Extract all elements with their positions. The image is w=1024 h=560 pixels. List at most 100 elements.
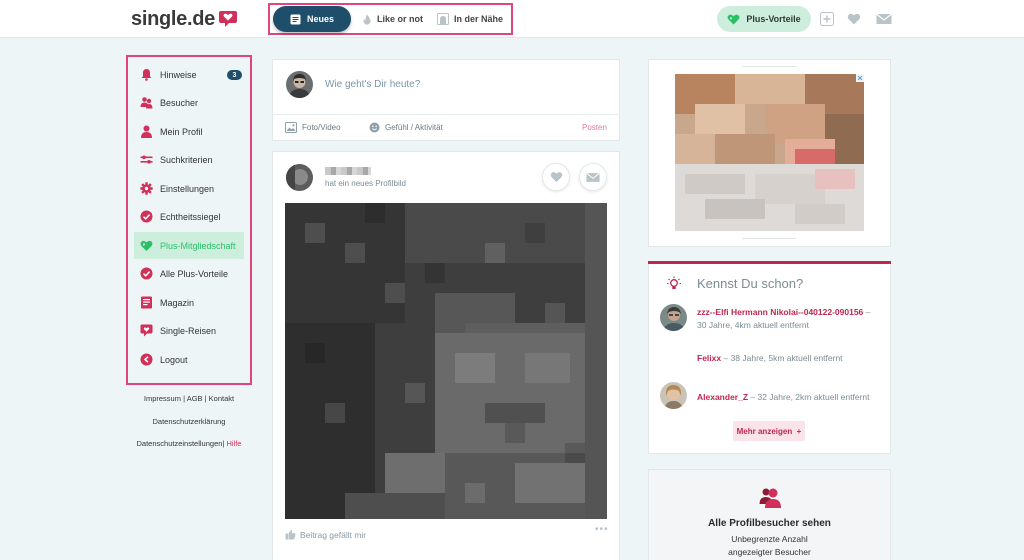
post-image-pixelated[interactable]: [285, 203, 607, 519]
nav-tab-like-or-not[interactable]: Like or not: [362, 6, 423, 32]
news-icon: [290, 14, 301, 24]
sidebar-item-plus-mitgliedschaft[interactable]: Plus-Mitgliedschaft: [134, 232, 244, 259]
mehr-anzeigen-button[interactable]: Mehr anzeigen +: [733, 421, 805, 441]
ad-image-pixelated[interactable]: [675, 74, 864, 231]
my-avatar[interactable]: [286, 71, 313, 98]
person-name-link[interactable]: zzz--Elfi Hermann Nikolai--040122-090156: [697, 307, 863, 317]
plus-vorteile-label: Plus-Vorteile: [746, 14, 801, 24]
person-avatar-3[interactable]: [660, 382, 687, 409]
link-separator: |: [204, 394, 207, 403]
hilfe-link[interactable]: Hilfe: [226, 439, 241, 448]
photo-video-label: Foto/Video: [302, 122, 341, 132]
sidebar-item-label: Hinweise: [160, 69, 197, 80]
nav-tab-neues[interactable]: Neues: [273, 6, 351, 32]
kennst-accent-bar: [648, 261, 891, 264]
kontakt-link[interactable]: Kontakt: [209, 394, 234, 403]
post-button[interactable]: Posten: [582, 123, 607, 132]
sidebar-item-besucher[interactable]: Besucher: [134, 89, 244, 116]
visitors-promo-line-2: angezeigter Besucher: [728, 547, 811, 557]
sidebar-item-mein-profil[interactable]: Mein Profil: [134, 118, 244, 145]
person-details: 38 Jahre, 5km aktuell entfernt: [730, 353, 843, 363]
feeling-button[interactable]: Gefühl / Aktivität: [369, 121, 443, 133]
like-post-button[interactable]: Beitrag gefällt mir: [285, 529, 366, 540]
post-subtitle: hat ein neues Profilbild: [325, 179, 406, 188]
sidebar-item-label: Plus-Mitgliedschaft: [160, 240, 236, 251]
heart-icon[interactable]: [847, 12, 861, 26]
impressum-link[interactable]: Impressum: [144, 394, 181, 403]
thumbs-up-icon: [285, 529, 296, 540]
heart-icon: [550, 172, 562, 183]
compose-divider: [272, 114, 620, 115]
person-avatar-1[interactable]: [660, 304, 687, 331]
plus-heart-icon: [727, 14, 740, 24]
link-separator: |: [222, 439, 225, 448]
check-badge-icon: [140, 210, 153, 223]
magazine-icon: [141, 296, 152, 309]
person-details: 32 Jahre, 2km aktuell entfernt: [757, 392, 870, 402]
sidebar-item-label: Einstellungen: [160, 183, 215, 194]
person-name-link[interactable]: Alexander_Z: [697, 392, 748, 402]
like-profile-button[interactable]: [542, 163, 570, 191]
user-icon: [141, 125, 152, 138]
ad-bottom-rule: [742, 238, 796, 239]
mail-icon: [586, 172, 600, 182]
nav-tab-label: In der Nähe: [454, 14, 504, 24]
status-input[interactable]: Wie geht's Dir heute?: [325, 79, 420, 90]
link-separator: |: [183, 394, 186, 403]
travel-heart-icon: [140, 324, 153, 337]
footer-links-row-3: Datenschutzeinstellungen| Hilfe: [126, 439, 252, 448]
flame-icon: [363, 14, 371, 25]
more-options-icon[interactable]: •••: [595, 524, 609, 535]
sidebar-item-alle-plus-vorteile[interactable]: Alle Plus-Vorteile: [134, 260, 244, 287]
photo-video-button[interactable]: Foto/Video: [285, 121, 341, 133]
sidebar-item-label: Besucher: [160, 97, 199, 108]
mehr-anzeigen-label: Mehr anzeigen: [736, 426, 793, 436]
sidebar-item-label: Single-Reisen: [160, 325, 217, 336]
map-pin-icon: [437, 13, 449, 25]
nav-tab-label: Like or not: [377, 14, 424, 24]
person-entry-3: Alexander_Z – 32 Jahre, 2km aktuell entf…: [697, 392, 870, 402]
logo[interactable]: single.de: [131, 5, 238, 33]
lightbulb-icon: [667, 276, 681, 289]
sliders-icon: [140, 155, 153, 164]
sidebar-item-echtheitssiegel[interactable]: Echtheitssiegel: [134, 203, 244, 230]
add-icon[interactable]: [820, 12, 834, 26]
mail-icon[interactable]: [876, 12, 892, 26]
nav-tab-in-der-naehe[interactable]: In der Nähe: [437, 6, 503, 32]
plus-vorteile-button[interactable]: Plus-Vorteile: [717, 6, 811, 32]
sidebar-item-single-reisen[interactable]: Single-Reisen: [134, 317, 244, 344]
person-name-link[interactable]: Felixx: [697, 353, 721, 363]
sidebar-item-einstellungen[interactable]: Einstellungen: [134, 175, 244, 202]
person-details: 30 Jahre, 4km aktuell entfernt: [697, 320, 809, 330]
notification-badge: 3: [227, 70, 242, 80]
sidebar-item-suchkriterien[interactable]: Suchkriterien: [134, 146, 244, 173]
sidebar-item-logout[interactable]: Logout: [134, 346, 244, 373]
datenschutz-link[interactable]: Datenschutzerklärung: [153, 417, 226, 426]
nav-tab-label: Neues: [306, 14, 334, 24]
kennst-du-schon-title: Kennst Du schon?: [697, 276, 804, 291]
sidebar-item-label: Magazin: [160, 297, 195, 308]
sidebar-item-label: Logout: [160, 354, 188, 365]
gear-icon: [140, 182, 153, 195]
visitors-promo-title: Alle Profilbesucher sehen: [708, 518, 831, 529]
agb-link[interactable]: AGB: [187, 394, 203, 403]
poster-name-blurred[interactable]: [325, 167, 371, 175]
poster-avatar[interactable]: [286, 164, 313, 191]
logout-icon: [140, 353, 153, 366]
visitors-icon: [140, 97, 153, 109]
bell-icon: [141, 69, 152, 81]
like-label: Beitrag gefällt mir: [300, 529, 367, 540]
sidebar-item-label: Echtheitssiegel: [160, 211, 221, 222]
sidebar-item-hinweise[interactable]: Hinweise 3: [134, 61, 244, 88]
photo-icon: [285, 121, 297, 133]
message-button[interactable]: [579, 163, 607, 191]
smiley-icon: [369, 122, 380, 132]
datenschutz-settings-link[interactable]: Datenschutzeinstellungen: [137, 439, 223, 448]
sidebar-item-label: Alle Plus-Vorteile: [160, 268, 229, 279]
sidebar-item-magazin[interactable]: Magazin: [134, 289, 244, 316]
check-badge-icon: [140, 267, 153, 280]
visitors-promo-line-1: Unbegrenzte Anzahl: [731, 534, 808, 544]
feeling-label: Gefühl / Aktivität: [385, 122, 443, 132]
footer-links-row-1: Impressum | AGB | Kontakt: [126, 394, 252, 403]
plus-heart-icon: [140, 240, 153, 251]
